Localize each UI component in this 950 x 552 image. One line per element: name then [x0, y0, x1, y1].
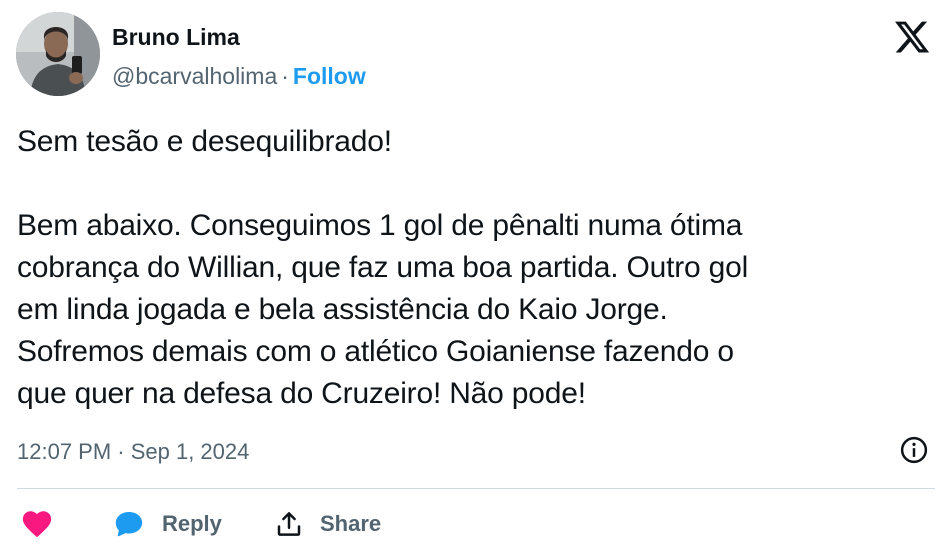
x-logo-icon[interactable] — [893, 18, 931, 56]
author-handle[interactable]: @bcarvalholima — [112, 63, 277, 89]
share-label: Share — [320, 511, 382, 536]
tweet-text: Sem tesão e desequilibrado! Bem abaixo. … — [17, 121, 927, 415]
tweet-line: que quer na defesa do Cruzeiro! Não pode… — [17, 377, 586, 410]
divider — [17, 488, 935, 489]
share-upload-icon — [277, 512, 301, 536]
author-name[interactable]: Bruno Lima — [112, 22, 240, 52]
reply-label: Reply — [162, 511, 222, 536]
author-handle-line: @bcarvalholima · Follow — [112, 61, 366, 91]
tweet-line: Bem abaixo. Conseguimos 1 gol de pênalti… — [17, 209, 743, 242]
tweet-line: cobrança do Willian, que faz uma boa par… — [17, 251, 749, 284]
tweet-line: Sem tesão e desequilibrado! — [17, 125, 392, 158]
tweet-timestamp[interactable]: 12:07 PM · Sep 1, 2024 — [17, 437, 249, 467]
avatar[interactable] — [16, 12, 100, 96]
reply-button[interactable]: Reply — [112, 505, 222, 543]
follow-button[interactable]: Follow — [293, 63, 366, 89]
tweet-line: Sofremos demais com o atlético Goianiens… — [17, 335, 734, 368]
heart-icon[interactable] — [20, 507, 54, 541]
info-icon[interactable] — [899, 435, 929, 465]
tweet-line: em linda jogada e bela assistência do Ka… — [17, 293, 668, 326]
share-button[interactable]: Share — [274, 505, 381, 543]
handle-separator: · — [281, 63, 289, 89]
speech-bubble-icon — [115, 511, 143, 537]
